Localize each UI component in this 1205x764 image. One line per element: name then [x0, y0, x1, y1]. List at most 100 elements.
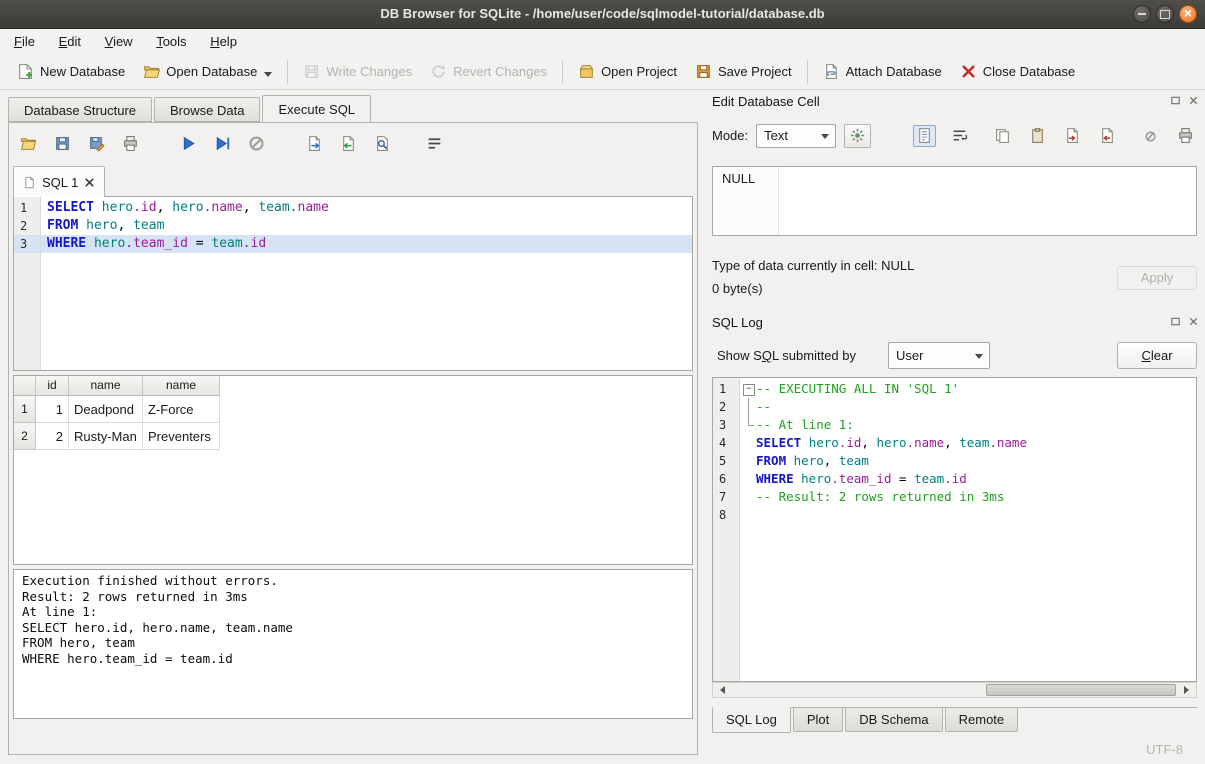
new-database-button[interactable]: New Database: [8, 59, 134, 84]
clear-button[interactable]: Clear: [1117, 342, 1197, 369]
menu-file[interactable]: File: [4, 29, 45, 54]
find-replace-icon: [374, 135, 391, 152]
main-toolbar: New Database Open Database Write Changes…: [0, 54, 1205, 90]
tab-sql-log[interactable]: SQL Log: [712, 707, 791, 733]
revert-changes-icon: [430, 63, 447, 80]
table-cell[interactable]: Deadpond: [69, 396, 143, 423]
cell-value: NULL: [713, 167, 779, 235]
close-button[interactable]: [1179, 5, 1197, 23]
save-sql-file-button[interactable]: [53, 134, 72, 153]
chevron-down-icon[interactable]: [264, 72, 272, 81]
new-database-icon: [17, 63, 34, 80]
scroll-left-button[interactable]: [713, 683, 728, 697]
copy-cell-button[interactable]: [991, 125, 1014, 147]
close-database-button[interactable]: Close Database: [951, 59, 1085, 84]
open-project-button[interactable]: Open Project: [569, 59, 686, 84]
menu-help[interactable]: Help: [200, 29, 247, 54]
tab-browse-data[interactable]: Browse Data: [154, 97, 260, 122]
export-cell-button[interactable]: [1096, 125, 1119, 147]
text-mode-button[interactable]: [913, 125, 936, 147]
sql-tab-label: SQL 1: [42, 175, 78, 190]
table-cell[interactable]: Preventers: [143, 423, 220, 450]
scroll-thumb[interactable]: [986, 684, 1176, 696]
import-sql-button[interactable]: [339, 134, 358, 153]
row-header[interactable]: 2: [14, 423, 36, 450]
cell-size-info: 0 byte(s): [712, 281, 763, 296]
column-header-id[interactable]: id: [36, 376, 69, 396]
cell-editor-toolbar: Mode: Text: [712, 123, 1197, 148]
menu-view[interactable]: View: [95, 29, 143, 54]
save-project-button[interactable]: Save Project: [686, 59, 801, 84]
save-sql-as-button[interactable]: [87, 134, 106, 153]
print-icon: [122, 135, 139, 152]
open-sql-file-button[interactable]: [19, 134, 38, 153]
import-sql-icon: [340, 135, 357, 152]
row-header[interactable]: 1: [14, 396, 36, 423]
close-icon: [1188, 95, 1199, 106]
write-changes-icon: [303, 63, 320, 80]
minimize-button[interactable]: [1133, 5, 1151, 23]
arrow-left-icon: [716, 686, 725, 694]
cell-editor-area[interactable]: [779, 167, 1196, 235]
tab-db-schema[interactable]: DB Schema: [845, 708, 942, 732]
tab-plot[interactable]: Plot: [793, 708, 843, 732]
close-panel-button[interactable]: [1187, 315, 1200, 328]
save-project-icon: [695, 63, 712, 80]
paste-cell-button[interactable]: [1026, 125, 1049, 147]
attach-database-button[interactable]: Attach Database: [814, 59, 951, 84]
float-panel-button[interactable]: [1169, 315, 1182, 328]
table-cell[interactable]: 2: [36, 423, 69, 450]
chevron-down-icon: [975, 354, 983, 363]
sql-log-code[interactable]: -- EXECUTING ALL IN 'SQL 1'---- At line …: [740, 378, 1196, 681]
menu-tools[interactable]: Tools: [146, 29, 196, 54]
float-panel-button[interactable]: [1169, 94, 1182, 107]
float-icon: [1170, 316, 1181, 327]
print-cell-button[interactable]: [1174, 125, 1197, 147]
execute-current-line-button[interactable]: [213, 134, 232, 153]
maximize-button[interactable]: [1156, 5, 1174, 23]
sql-editor-code[interactable]: SELECT hero.id, hero.name, team.nameFROM…: [41, 197, 692, 370]
stop-icon: [248, 135, 265, 152]
close-panel-button[interactable]: [1187, 94, 1200, 107]
table-cell[interactable]: Z-Force: [143, 396, 220, 423]
column-header-name[interactable]: name: [69, 376, 143, 396]
scroll-right-button[interactable]: [1181, 683, 1196, 697]
execution-status[interactable]: Execution finished without errors. Resul…: [13, 569, 693, 719]
tab-remote[interactable]: Remote: [945, 708, 1019, 732]
word-wrap-cell-button[interactable]: [948, 125, 971, 147]
word-wrap-button[interactable]: [425, 134, 444, 153]
print-sql-button[interactable]: [121, 134, 140, 153]
sql-log-dock-buttons: [1169, 315, 1200, 328]
export-sql-button[interactable]: [305, 134, 324, 153]
sql-editor[interactable]: 123 SELECT hero.id, hero.name, team.name…: [13, 196, 693, 371]
app-window: DB Browser for SQLite - /home/user/code/…: [0, 0, 1205, 764]
auto-switch-mode-button[interactable]: [844, 124, 871, 148]
cell-type-info: Type of data currently in cell: NULL: [712, 258, 914, 273]
mode-select[interactable]: Text: [756, 124, 836, 148]
open-database-button[interactable]: Open Database: [134, 59, 281, 85]
open-project-icon: [578, 63, 595, 80]
execute-all-button[interactable]: [179, 134, 198, 153]
set-null-button[interactable]: [1139, 125, 1162, 147]
import-icon: [1064, 127, 1081, 144]
sql-log-view[interactable]: 12345678 -- EXECUTING ALL IN 'SQL 1'----…: [712, 377, 1197, 682]
new-database-label: New Database: [40, 64, 125, 79]
cell-editor[interactable]: NULL: [712, 166, 1197, 236]
export-sql-icon: [306, 135, 323, 152]
titlebar[interactable]: DB Browser for SQLite - /home/user/code/…: [0, 0, 1205, 29]
tab-execute-sql[interactable]: Execute SQL: [262, 95, 371, 123]
import-cell-button[interactable]: [1061, 125, 1084, 147]
table-cell[interactable]: Rusty-Man: [69, 423, 143, 450]
submitter-select[interactable]: User: [888, 342, 990, 369]
tab-database-structure[interactable]: Database Structure: [8, 97, 152, 122]
sql-document-tab[interactable]: SQL 1: [13, 166, 105, 197]
results-table[interactable]: id name name 1 1 Deadpond Z-Force 2 2 Ru…: [13, 375, 693, 565]
horizontal-scrollbar[interactable]: [712, 682, 1197, 698]
window-title: DB Browser for SQLite - /home/user/code/…: [0, 0, 1205, 28]
table-cell[interactable]: 1: [36, 396, 69, 423]
open-project-label: Open Project: [601, 64, 677, 79]
menu-edit[interactable]: Edit: [49, 29, 91, 54]
find-replace-button[interactable]: [373, 134, 392, 153]
column-header-name2[interactable]: name: [143, 376, 220, 396]
close-tab-icon[interactable]: [84, 177, 95, 188]
